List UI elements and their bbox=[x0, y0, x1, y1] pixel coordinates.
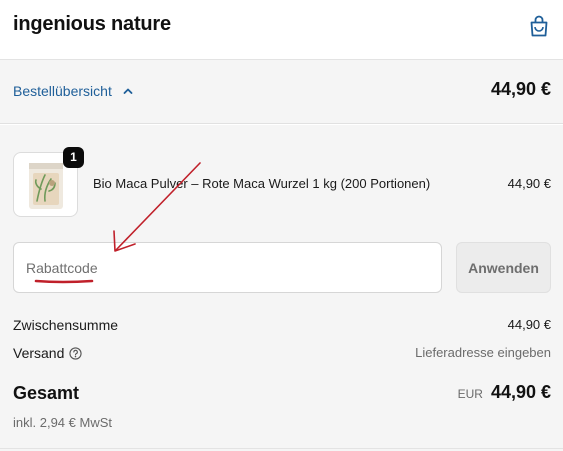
total-value: 44,90 € bbox=[490, 382, 551, 402]
header: ingenious nature bbox=[0, 0, 563, 60]
order-summary-total: 44,90 € bbox=[490, 79, 551, 99]
divider bbox=[0, 448, 563, 449]
product-name: Bio Maca Pulver – Rote Maca Wurzel 1 kg … bbox=[93, 176, 431, 191]
total-amount: EUR 44,90 € bbox=[458, 382, 551, 403]
brand-logo[interactable]: ingenious nature bbox=[13, 13, 171, 36]
shipping-label: Versand bbox=[13, 345, 65, 361]
order-summary-toggle[interactable]: Bestellübersicht bbox=[13, 83, 134, 99]
help-icon[interactable] bbox=[69, 347, 83, 360]
order-summary-bar: Bestellübersicht 44,90 € bbox=[0, 60, 563, 124]
order-summary-label: Bestellübersicht bbox=[13, 83, 112, 99]
chevron-up-icon bbox=[123, 88, 133, 94]
order-summary-panel: 1 Bio Maca Pulver – Rote Maca Wurzel 1 k… bbox=[0, 125, 563, 451]
subtotal-value: 44,90 € bbox=[507, 317, 551, 332]
discount-code-input[interactable] bbox=[13, 242, 442, 293]
total-label: Gesamt bbox=[13, 383, 80, 403]
apply-discount-button[interactable]: Anwenden bbox=[456, 242, 551, 293]
currency-code: EUR bbox=[457, 387, 483, 401]
checkout-page: ingenious nature Bestellübersicht 44,90 … bbox=[0, 0, 563, 451]
shopping-bag-icon[interactable] bbox=[528, 14, 550, 38]
quantity-badge: 1 bbox=[63, 147, 84, 168]
subtotal-label: Zwischensumme bbox=[13, 317, 119, 333]
tax-note: inkl. 2,94 € MwSt bbox=[13, 415, 112, 430]
shipping-value: Lieferadresse eingeben bbox=[415, 345, 551, 360]
product-image bbox=[29, 163, 63, 209]
product-thumbnail: 1 bbox=[13, 147, 84, 217]
shipping-row: Versand bbox=[13, 345, 83, 361]
product-price: 44,90 € bbox=[507, 176, 551, 191]
